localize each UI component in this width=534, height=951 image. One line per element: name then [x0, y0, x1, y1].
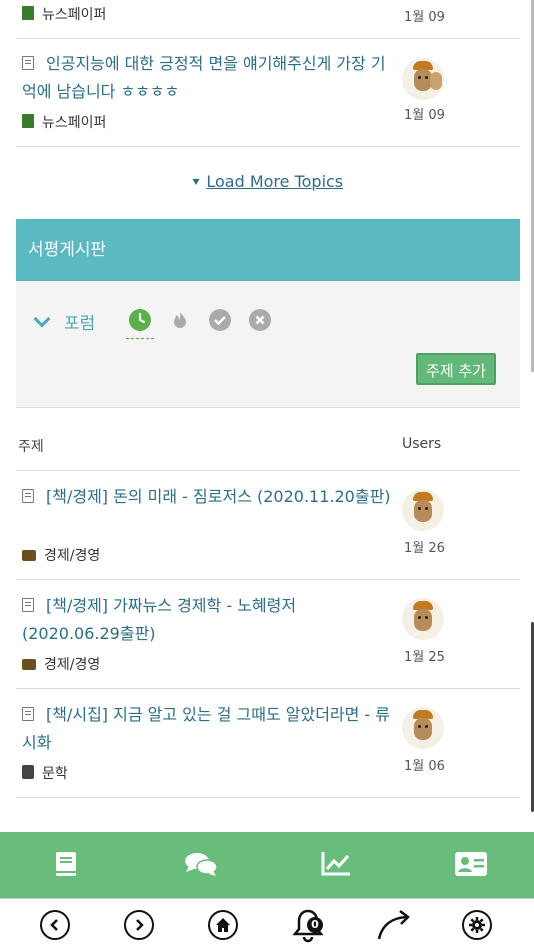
- active-filter-underline: [126, 338, 154, 339]
- topic-date: 1월 09: [404, 108, 445, 123]
- topic-date: 1월 06: [404, 759, 445, 774]
- forum-label: 포럼: [64, 314, 96, 334]
- topic-row[interactable]: 인공지능에 대한 긍정적 면을 얘기해주신게 가장 기억에 남습니다 ㅎㅎㅎㅎ …: [16, 38, 520, 147]
- share-icon[interactable]: [376, 909, 412, 941]
- topic-title[interactable]: 인공지능에 대한 긍정적 면을 얘기해주신게 가장 기억에 남습니다 ㅎㅎㅎㅎ: [22, 50, 392, 106]
- forum-page: 뉴스페이퍼 1월 09 인공지능에 대한 긍정적 면을 얘기해주신게 가장 기억…: [0, 0, 534, 832]
- category-label: 문학: [42, 766, 68, 782]
- topic-title[interactable]: [책/경제] 돈의 미래 - 짐로저스 (2020.11.20출판): [22, 483, 402, 511]
- topic-date: 1월 25: [404, 650, 445, 665]
- avatar[interactable]: [402, 598, 444, 640]
- topic-title-text[interactable]: [책/시집] 지금 알고 있는 걸 그때도 알았더라면 - 류시화: [22, 705, 390, 752]
- topic-category[interactable]: 문학: [22, 763, 68, 783]
- chat-icon[interactable]: [184, 850, 218, 878]
- topic-category[interactable]: 경제/경영: [22, 654, 100, 674]
- forward-icon[interactable]: [124, 910, 154, 940]
- topic-row[interactable]: [책/경제] 돈의 미래 - 짐로저스 (2020.11.20출판) 경제/경영…: [16, 471, 520, 580]
- wallet-icon: [22, 550, 36, 561]
- solved-check-icon[interactable]: [209, 309, 231, 331]
- load-more-link[interactable]: ⯆︎ Load More Topics: [0, 172, 534, 191]
- topic-title[interactable]: [책/시집] 지금 알고 있는 걸 그때도 알았더라면 - 류시화: [22, 701, 402, 757]
- board-toolbar: 포럼 주제 추가: [16, 281, 520, 408]
- topic-date: 1월 26: [404, 541, 445, 556]
- book-icon[interactable]: [52, 850, 80, 878]
- hot-flame-icon[interactable]: [169, 309, 191, 331]
- notification-badge: 0: [307, 917, 323, 933]
- load-more-label[interactable]: Load More Topics: [206, 172, 343, 191]
- scroll-icon: [22, 114, 34, 128]
- home-icon[interactable]: [208, 910, 238, 940]
- forum-dropdown[interactable]: 포럼: [33, 309, 96, 334]
- document-icon: [22, 707, 34, 721]
- scroll-icon: [22, 6, 34, 20]
- topic-category[interactable]: 경제/경영: [22, 545, 100, 565]
- avatar[interactable]: [402, 707, 444, 749]
- topic-title[interactable]: [책/경제] 가짜뉴스 경제학 - 노혜령저 (2020.06.29출판): [22, 592, 352, 648]
- bell-icon[interactable]: 0: [290, 907, 326, 943]
- unsolved-x-icon[interactable]: [249, 309, 271, 331]
- topic-row[interactable]: 뉴스페이퍼 1월 09: [16, 0, 520, 39]
- chevron-down-icon: [33, 310, 51, 328]
- settings-icon[interactable]: [462, 910, 492, 940]
- browser-toolbar: 0: [0, 898, 534, 951]
- topic-title-text[interactable]: [책/경제] 돈의 미래 - 짐로저스 (2020.11.20출판): [46, 487, 391, 506]
- category-label: 경제/경영: [44, 548, 101, 564]
- chart-icon[interactable]: [320, 850, 352, 878]
- topic-category[interactable]: 뉴스페이퍼: [22, 4, 106, 24]
- topic-row[interactable]: [책/시집] 지금 알고 있는 걸 그때도 알았더라면 - 류시화 문학 1월 …: [16, 689, 520, 798]
- category-label: 뉴스페이퍼: [42, 115, 107, 131]
- board-title: 서평게시판: [16, 219, 520, 281]
- topic-row[interactable]: [책/경제] 가짜뉴스 경제학 - 노혜령저 (2020.06.29출판) 경제…: [16, 580, 520, 689]
- back-icon[interactable]: [40, 910, 70, 940]
- avatar[interactable]: [402, 58, 444, 100]
- profile-card-icon[interactable]: [454, 850, 488, 878]
- wallet-icon: [22, 659, 36, 670]
- topic-column-header: 주제: [18, 439, 44, 455]
- latest-clock-icon[interactable]: [129, 309, 151, 331]
- double-chevron-down-icon: ⯆︎: [190, 176, 202, 191]
- category-label: 뉴스페이퍼: [42, 7, 107, 23]
- topic-title-text[interactable]: [책/경제] 가짜뉴스 경제학 - 노혜령저 (2020.06.29출판): [22, 596, 296, 643]
- document-icon: [22, 598, 34, 612]
- book-category-icon: [22, 765, 34, 779]
- avatar[interactable]: [402, 489, 444, 531]
- category-label: 경제/경영: [44, 657, 101, 673]
- document-icon: [22, 489, 34, 503]
- topic-date: 1월 09: [404, 10, 445, 25]
- topic-title-text[interactable]: 인공지능에 대한 긍정적 면을 얘기해주신게 가장 기억에 남습니다 ㅎㅎㅎㅎ: [22, 54, 386, 101]
- app-bottom-nav: [0, 832, 534, 898]
- document-icon: [22, 56, 34, 70]
- topic-category[interactable]: 뉴스페이퍼: [22, 112, 106, 132]
- add-topic-button[interactable]: 주제 추가: [416, 353, 496, 385]
- users-column-header: Users: [402, 436, 442, 452]
